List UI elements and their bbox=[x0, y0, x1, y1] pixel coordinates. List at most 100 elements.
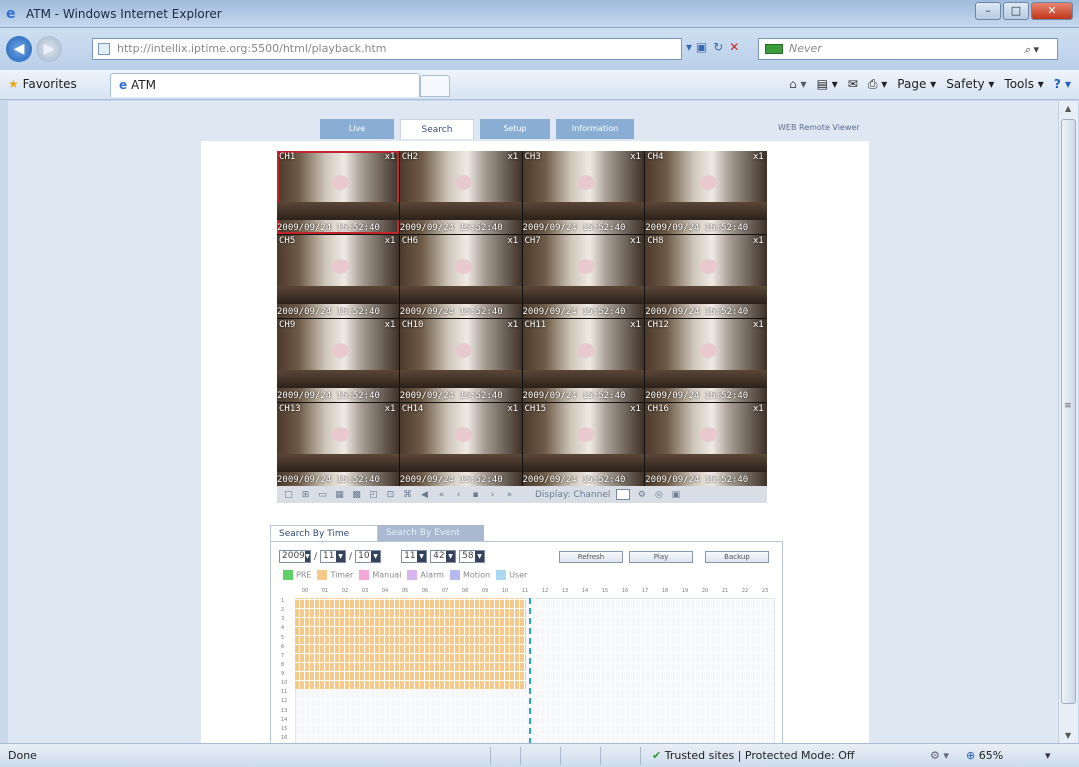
fullscreen-icon[interactable]: ⊡ bbox=[385, 490, 396, 500]
search-icon[interactable]: ⌕ ▾ bbox=[1024, 40, 1039, 60]
camera-tile[interactable]: CH16 x1 2009/09/24 15:52:40 bbox=[645, 403, 767, 486]
camera-zoom: x1 bbox=[630, 320, 642, 330]
scroll-down-icon[interactable]: ▼ bbox=[1065, 731, 1071, 740]
add-ons-icon[interactable]: ⚙ ▾ bbox=[930, 749, 949, 762]
camera-tile[interactable]: CH8 x1 2009/09/24 15:52:40 bbox=[645, 235, 767, 318]
display-label: Display: Channel bbox=[535, 489, 611, 500]
mail-icon[interactable]: ✉ bbox=[848, 77, 858, 92]
step-back-icon[interactable]: ‹ bbox=[453, 490, 464, 500]
ie-logo-icon: e bbox=[6, 6, 16, 22]
play-button[interactable]: Play bbox=[629, 551, 693, 563]
fast-forward-icon[interactable]: » bbox=[504, 490, 515, 500]
camera-tile[interactable]: CH7 x1 2009/09/24 15:52:40 bbox=[522, 235, 645, 318]
new-tab-button[interactable] bbox=[420, 75, 450, 97]
tab-live[interactable]: Live bbox=[320, 119, 394, 139]
camera-tile[interactable]: CH9 x1 2009/09/24 15:52:40 bbox=[277, 319, 399, 402]
export-icon[interactable]: ▣ bbox=[670, 490, 681, 500]
camera-tile[interactable]: CH5 x1 2009/09/24 15:52:40 bbox=[277, 235, 399, 318]
ptz-icon[interactable]: ⌘ bbox=[402, 490, 413, 500]
legend-swatch bbox=[449, 570, 460, 580]
zoom-dropdown-icon[interactable]: ▾ bbox=[1045, 749, 1051, 762]
tab-search-by-time[interactable]: Search By Time bbox=[270, 525, 378, 541]
display-select[interactable] bbox=[616, 489, 631, 500]
hour-tick: 05 bbox=[401, 588, 409, 594]
camera-tile[interactable]: CH1 x1 2009/09/24 15:52:40 bbox=[277, 151, 399, 234]
camera-tile[interactable]: CH11 x1 2009/09/24 15:52:40 bbox=[522, 319, 645, 402]
camera-tile[interactable]: CH12 x1 2009/09/24 15:52:40 bbox=[645, 319, 767, 402]
step-forward-icon[interactable]: › bbox=[487, 490, 498, 500]
time-cursor[interactable] bbox=[529, 598, 531, 743]
status-divider bbox=[640, 747, 641, 765]
record-icon[interactable]: ◎ bbox=[653, 490, 664, 500]
favorites-button[interactable]: ★ Favorites bbox=[8, 77, 77, 91]
layout-9-icon[interactable]: ▦ bbox=[334, 490, 345, 500]
chevron-down-icon: ▼ bbox=[304, 551, 310, 562]
stop-icon[interactable]: ✕ bbox=[729, 40, 739, 54]
zoom-control[interactable]: ⊕ 65% bbox=[966, 749, 1003, 762]
pause-icon[interactable]: ▪ bbox=[470, 490, 481, 500]
tab-atm[interactable]: e ATM bbox=[110, 73, 420, 97]
chevron-down-icon: ▼ bbox=[446, 551, 456, 562]
camera-tile[interactable]: CH6 x1 2009/09/24 15:52:40 bbox=[399, 235, 522, 318]
back-button[interactable]: ◀ bbox=[6, 36, 32, 62]
hour-axis: 00 01 02 03 04 05 06 07 08 09 10 11 12 13 14 15 16 17 18 19… bbox=[295, 588, 775, 596]
tab-information[interactable]: Information bbox=[556, 119, 634, 139]
tab-setup[interactable]: Setup bbox=[480, 119, 550, 139]
camera-tile[interactable]: CH14 x1 2009/09/24 15:52:40 bbox=[399, 403, 522, 486]
fast-rewind-icon[interactable]: « bbox=[436, 490, 447, 500]
tab-search-by-event[interactable]: Search By Event bbox=[378, 525, 484, 541]
timeline-chart[interactable]: 00 01 02 03 04 05 06 07 08 09 10 11 12 13 14 15 16 17 18 19… bbox=[281, 588, 775, 743]
camera-tile[interactable]: CH3 x1 2009/09/24 15:52:40 bbox=[522, 151, 645, 234]
channel-tick: 1 bbox=[281, 598, 285, 604]
tools-menu[interactable]: Tools ▾ bbox=[1004, 77, 1043, 92]
refresh-icon[interactable]: ↻ bbox=[713, 40, 723, 54]
minute-select[interactable]: 42 ▼ bbox=[430, 550, 457, 563]
camera-tile[interactable]: CH4 x1 2009/09/24 15:52:40 bbox=[645, 151, 767, 234]
layout-16-icon[interactable]: ▩ bbox=[351, 490, 362, 500]
refresh-button[interactable]: Refresh bbox=[559, 551, 623, 563]
snapshot-icon[interactable]: ◰ bbox=[368, 490, 379, 500]
year-select[interactable]: 2009 ▼ bbox=[279, 550, 311, 563]
scroll-thumb[interactable] bbox=[1061, 119, 1076, 704]
camera-tile[interactable]: CH13 x1 2009/09/24 15:52:40 bbox=[277, 403, 399, 486]
security-zone[interactable]: ✔ Trusted sites | Protected Mode: Off bbox=[652, 749, 854, 762]
audio-icon[interactable]: ◀ bbox=[419, 490, 430, 500]
address-field[interactable]: http://intellix.iptime.org:5500/html/pla… bbox=[92, 38, 682, 60]
page-icon bbox=[98, 43, 110, 55]
scroll-up-icon[interactable]: ▲ bbox=[1065, 104, 1071, 113]
page-menu[interactable]: Page ▾ bbox=[897, 77, 936, 92]
channel-tick: 10 bbox=[281, 680, 288, 687]
vertical-scrollbar[interactable]: ▲ ≡ ▼ bbox=[1058, 101, 1078, 743]
home-icon[interactable]: ⌂ ▾ bbox=[789, 77, 806, 92]
hour-select[interactable]: 11 ▼ bbox=[401, 550, 428, 563]
minimize-button[interactable]: – bbox=[975, 2, 1001, 20]
hour-tick: 21 bbox=[721, 588, 729, 594]
day-select[interactable]: 10 ▼ bbox=[355, 550, 382, 563]
layout-4-icon[interactable]: ⊞ bbox=[300, 490, 311, 500]
camera-tile[interactable]: CH15 x1 2009/09/24 15:52:40 bbox=[522, 403, 645, 486]
compat-icon[interactable]: ▾ ▣ bbox=[686, 40, 707, 54]
legend-label: Motion bbox=[462, 570, 491, 580]
legend-swatch bbox=[496, 570, 507, 580]
legend-item: Motion bbox=[449, 570, 491, 580]
camera-frame bbox=[645, 202, 767, 220]
date-separator: / bbox=[314, 551, 318, 562]
search-input[interactable]: Never ⌕ ▾ bbox=[758, 38, 1058, 60]
safety-menu[interactable]: Safety ▾ bbox=[946, 77, 994, 92]
help-icon[interactable]: ? ▾ bbox=[1054, 77, 1071, 92]
second-select[interactable]: 58 ▼ bbox=[459, 550, 486, 563]
feeds-icon[interactable]: ▤ ▾ bbox=[817, 77, 838, 92]
camera-tile[interactable]: CH10 x1 2009/09/24 15:52:40 bbox=[399, 319, 522, 402]
tab-search[interactable]: Search bbox=[400, 119, 474, 139]
settings-icon[interactable]: ⚙ bbox=[636, 490, 647, 500]
backup-button[interactable]: Backup bbox=[705, 551, 769, 563]
layout-1-icon[interactable]: □ bbox=[283, 490, 294, 500]
print-icon[interactable]: ⎙ ▾ bbox=[868, 77, 887, 92]
camera-label: CH4 bbox=[647, 152, 664, 162]
close-button[interactable]: ✕ bbox=[1031, 2, 1073, 20]
month-select[interactable]: 11 ▼ bbox=[320, 550, 347, 563]
forward-button[interactable]: ▶ bbox=[36, 36, 62, 62]
layout-6-icon[interactable]: ▭ bbox=[317, 490, 328, 500]
camera-tile[interactable]: CH2 x1 2009/09/24 15:52:40 bbox=[399, 151, 522, 234]
maximize-button[interactable]: □ bbox=[1003, 2, 1029, 20]
